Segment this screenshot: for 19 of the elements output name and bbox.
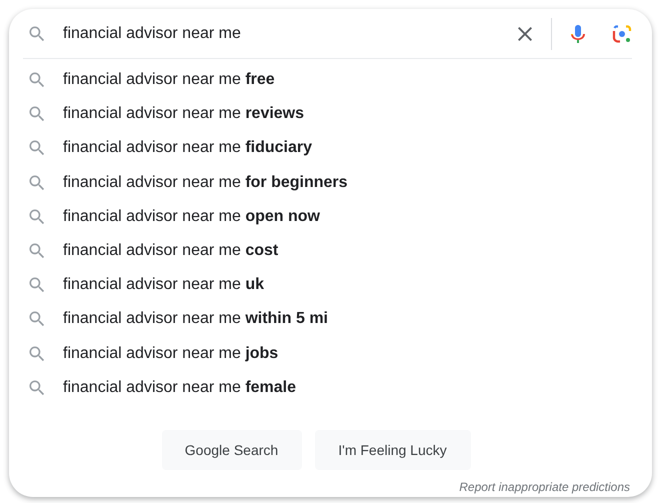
suggestion-item[interactable]: financial advisor near me fiduciary (63, 139, 312, 158)
suggestion-item[interactable]: financial advisor near me jobs (63, 344, 278, 363)
suggestion-item[interactable]: financial advisor near me cost (63, 242, 278, 260)
search-icon (27, 24, 47, 44)
report-link[interactable]: Report inappropriate predictions (459, 480, 630, 494)
search-icon (27, 378, 47, 398)
lucky-button[interactable]: I'm Feeling Lucky (314, 430, 470, 470)
search-icon (27, 344, 47, 364)
suggestion-item[interactable]: financial advisor near me uk (63, 276, 264, 294)
suggestion-item[interactable]: financial advisor near me open now (63, 208, 320, 226)
search-icon (27, 172, 47, 193)
suggestion-item[interactable]: financial advisor near me reviews (63, 105, 304, 124)
suggestion-item[interactable]: financial advisor near me for beginners (63, 174, 348, 192)
suggestion-item[interactable]: financial advisor near me within 5 mi (63, 310, 328, 328)
suggestion-item[interactable]: financial advisor near me female (63, 378, 296, 397)
search-field[interactable]: financial advisor near me (63, 24, 513, 42)
search-icon (27, 206, 47, 227)
suggestion-item[interactable]: financial advisor near me free (63, 71, 275, 90)
search-button[interactable]: Google Search (162, 430, 302, 470)
